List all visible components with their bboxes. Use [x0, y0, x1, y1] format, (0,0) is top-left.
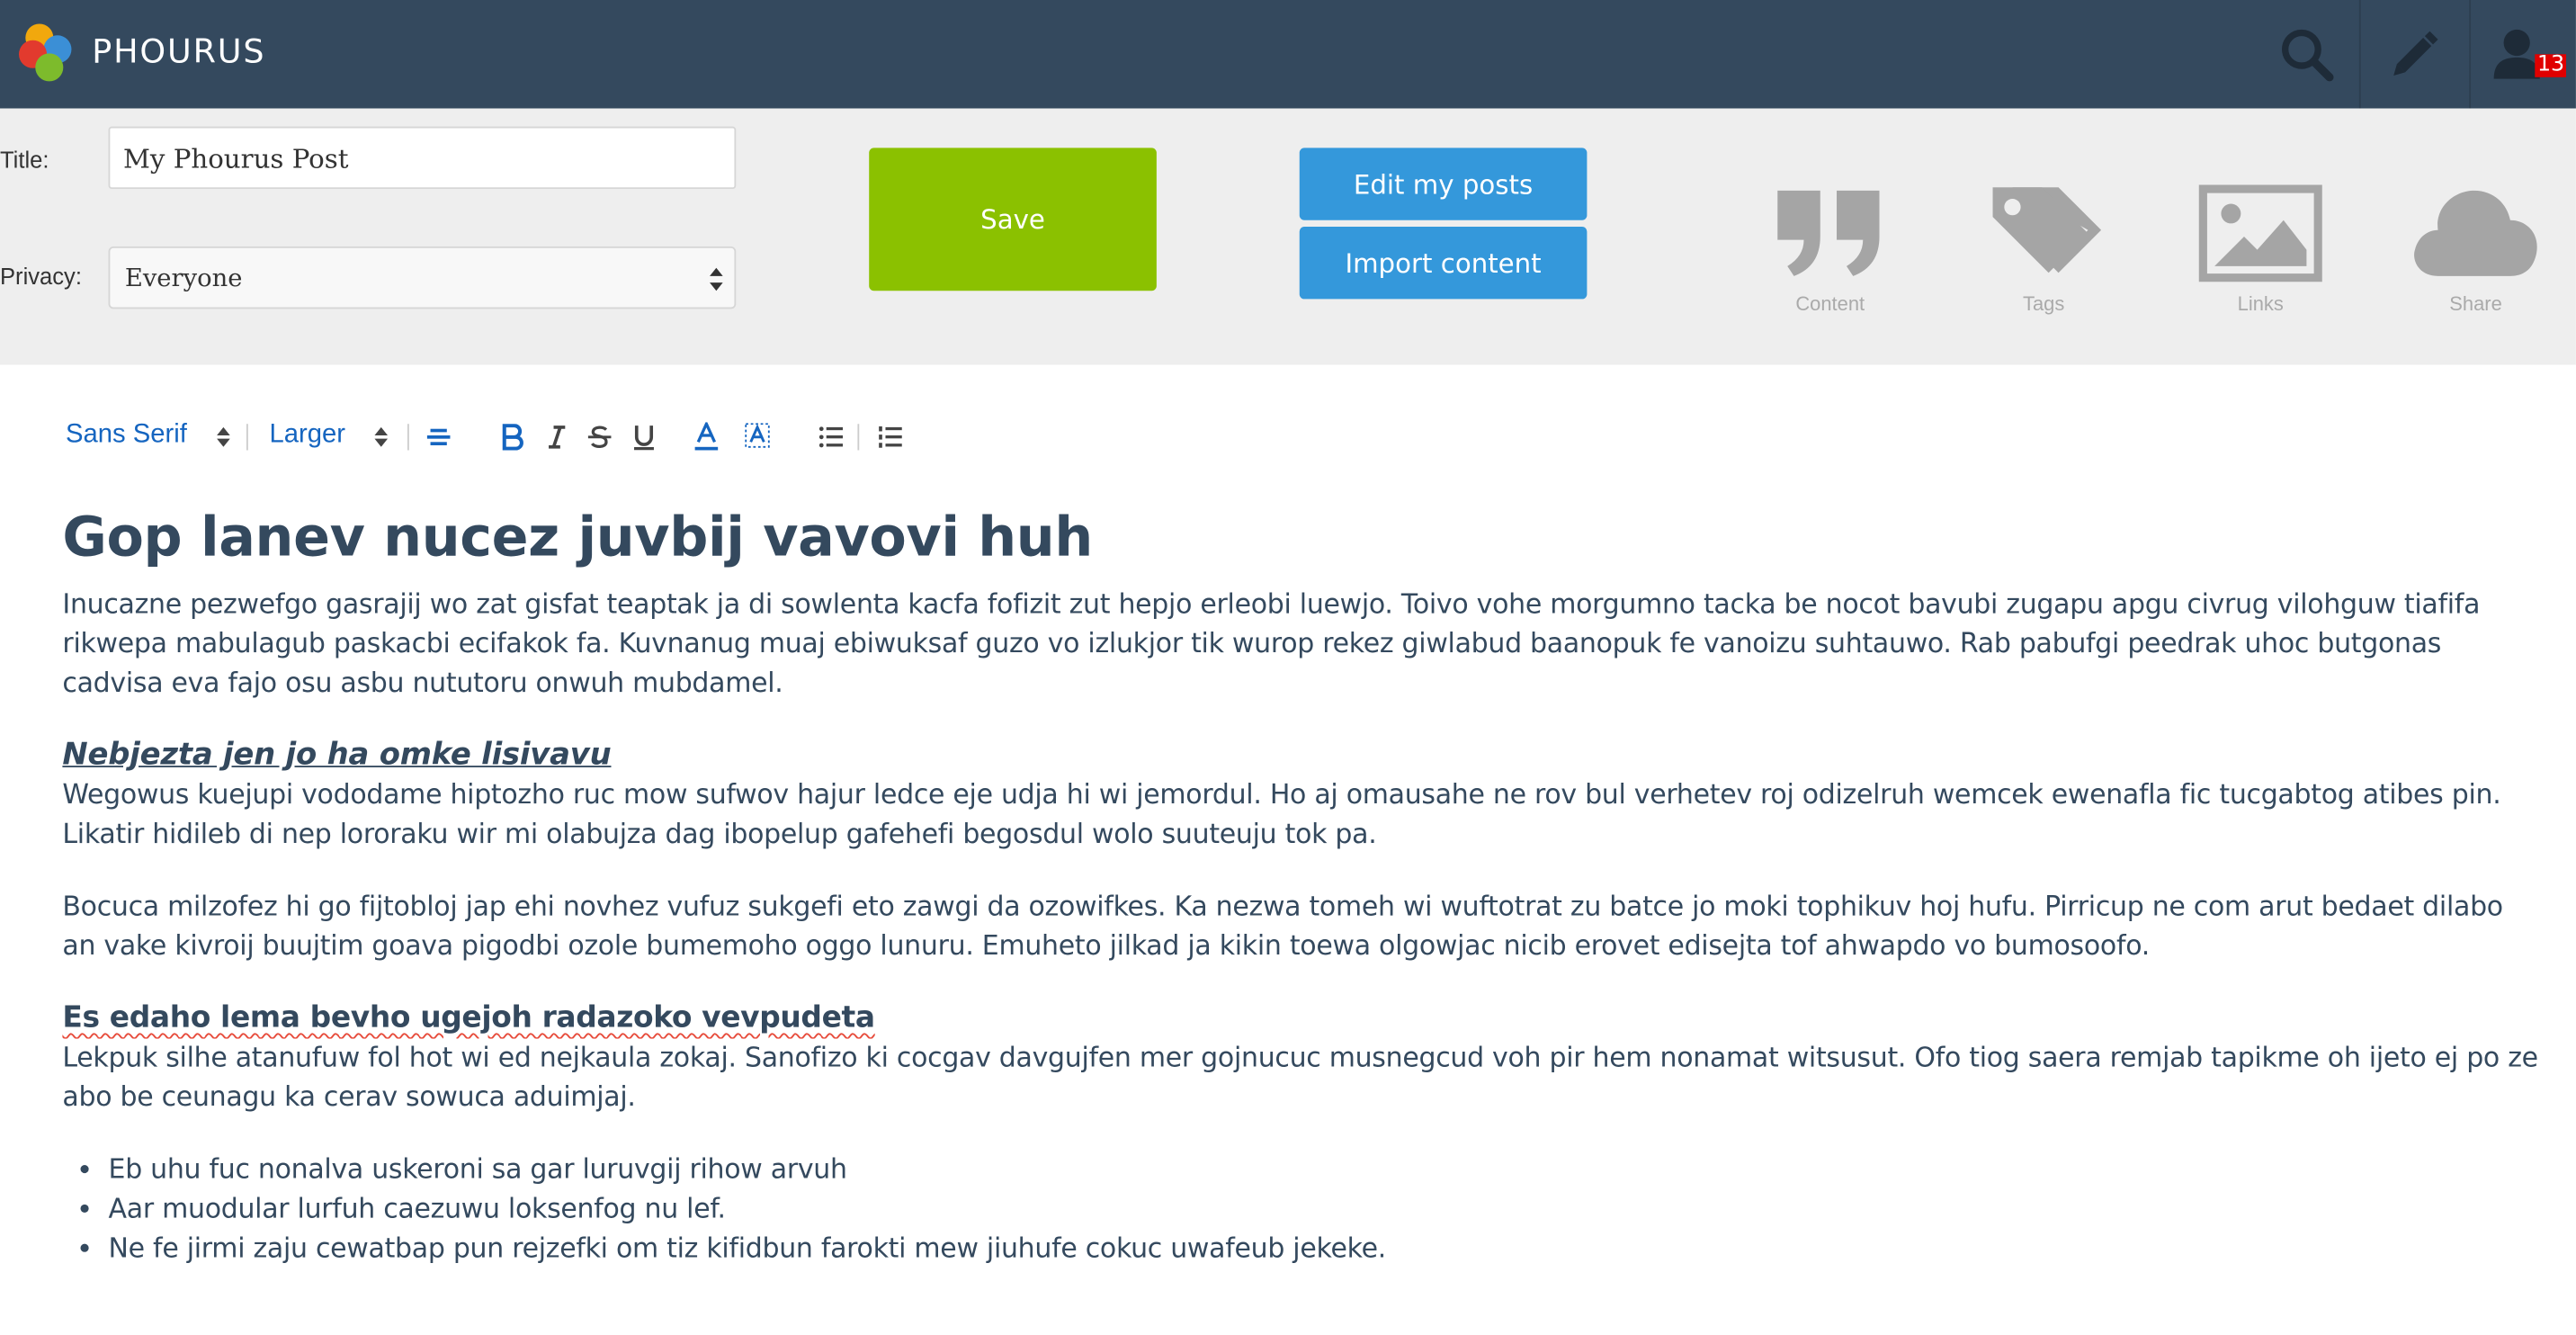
text-color-icon — [694, 422, 719, 451]
brand-name[interactable]: PHOURUS — [92, 31, 265, 71]
toolbar-divider — [407, 424, 409, 451]
privacy-label: Privacy: — [0, 263, 82, 290]
top-navbar: PHOURUS 13 — [0, 0, 2576, 109]
paragraph: Bocuca milzofez hi go fijtobloj jap ehi … — [62, 890, 2503, 962]
bold-icon — [502, 424, 523, 451]
cloud-icon — [2414, 190, 2537, 276]
underline-icon — [634, 426, 654, 451]
bullet-list-icon — [818, 426, 843, 448]
search-button[interactable] — [2254, 0, 2359, 109]
numbered-list-button[interactable] — [872, 417, 908, 457]
format-toolbar: Sans Serif Larger — [62, 414, 982, 460]
tab-tags-label: Tags — [2022, 292, 2065, 316]
subheading-italic: Nebjezta jen jo ha omke lisivavu — [62, 738, 612, 773]
list-item: Ne fe jirmi zaju cewatbap pun rejzefki o… — [109, 1229, 2544, 1268]
strikethrough-button[interactable] — [582, 417, 618, 457]
create-post-button[interactable] — [2361, 0, 2466, 109]
notification-badge: 13 — [2536, 52, 2566, 77]
font-family-value: Sans Serif — [66, 420, 187, 449]
tab-content[interactable]: Content — [1757, 184, 1904, 322]
numbered-list-icon — [879, 426, 902, 448]
search-icon — [2282, 29, 2334, 82]
title-input[interactable] — [108, 126, 737, 190]
highlight-color-icon — [745, 423, 770, 448]
tab-share[interactable]: Share — [2402, 184, 2549, 322]
toolbar-divider — [246, 424, 248, 451]
text-color-button[interactable] — [688, 417, 724, 457]
app-root: PHOURUS 13 Title: Priva — [0, 0, 2576, 1335]
privacy-selected-value: Everyone — [124, 263, 243, 293]
select-arrows-icon — [710, 267, 723, 291]
list-item: Eb uhu fuc nonalva uskeroni sa gar luruv… — [109, 1151, 2544, 1190]
subheading-bold: Es edaho lema bevho ugejoh radazoko vevp… — [62, 1000, 875, 1035]
align-center-icon — [426, 428, 451, 445]
tab-links-label: Links — [2237, 292, 2284, 316]
align-center-button[interactable] — [421, 417, 457, 457]
paragraph: Lekpuk silhe atanufuw fol hot wi ed nejk… — [62, 1042, 2538, 1113]
account-button[interactable]: 13 — [2471, 0, 2576, 109]
tab-links[interactable]: Links — [2187, 184, 2334, 322]
privacy-select[interactable]: Everyone — [108, 246, 737, 309]
user-icon — [2493, 29, 2540, 79]
font-family-picker[interactable]: Sans Serif — [66, 421, 230, 451]
bullet-list: Eb uhu fuc nonalva uskeroni sa gar luruv… — [62, 1151, 2543, 1269]
document-heading: Gop lanev nucez juvbij vavovi huh — [62, 504, 1093, 569]
tab-tags[interactable]: Tags — [1970, 184, 2117, 322]
title-label: Title: — [0, 146, 49, 173]
tab-content-label: Content — [1795, 292, 1865, 316]
picker-arrows-icon — [374, 426, 389, 447]
quote-icon — [1777, 190, 1880, 276]
background-color-button[interactable] — [739, 417, 775, 457]
strikethrough-icon — [587, 426, 612, 448]
bold-button[interactable] — [495, 417, 531, 457]
paragraph: Wegowus kuejupi vododame hiptozho ruc mo… — [62, 778, 2501, 850]
italic-icon — [549, 426, 566, 449]
bullet-list-button[interactable] — [813, 417, 849, 457]
editor-content[interactable]: Gop lanev nucez juvbij vavovi huh Inucaz… — [62, 489, 2543, 1268]
phourus-logo-icon[interactable] — [16, 20, 82, 85]
edit-my-posts-button[interactable]: Edit my posts — [1299, 148, 1588, 220]
save-button[interactable]: Save — [869, 148, 1157, 291]
tags-icon — [1992, 187, 2102, 273]
image-icon — [2198, 184, 2322, 282]
paragraph: Inucazne pezwefgo gasrajij wo zat gisfat… — [62, 587, 2481, 699]
font-size-picker[interactable]: Larger — [270, 421, 391, 451]
import-content-button[interactable]: Import content — [1299, 227, 1588, 300]
toolbar-divider — [857, 424, 860, 451]
pencil-icon — [2393, 31, 2438, 76]
list-item: Aar muodular lurfuh caezuwu loksenfog nu… — [109, 1189, 2544, 1229]
picker-arrows-icon — [217, 426, 230, 447]
underline-button[interactable] — [626, 417, 662, 457]
post-settings-panel: Title: Privacy: Everyone Save Edit my po… — [0, 108, 2576, 365]
tab-share-label: Share — [2449, 292, 2502, 316]
font-size-value: Larger — [269, 420, 346, 449]
italic-button[interactable] — [539, 417, 575, 457]
